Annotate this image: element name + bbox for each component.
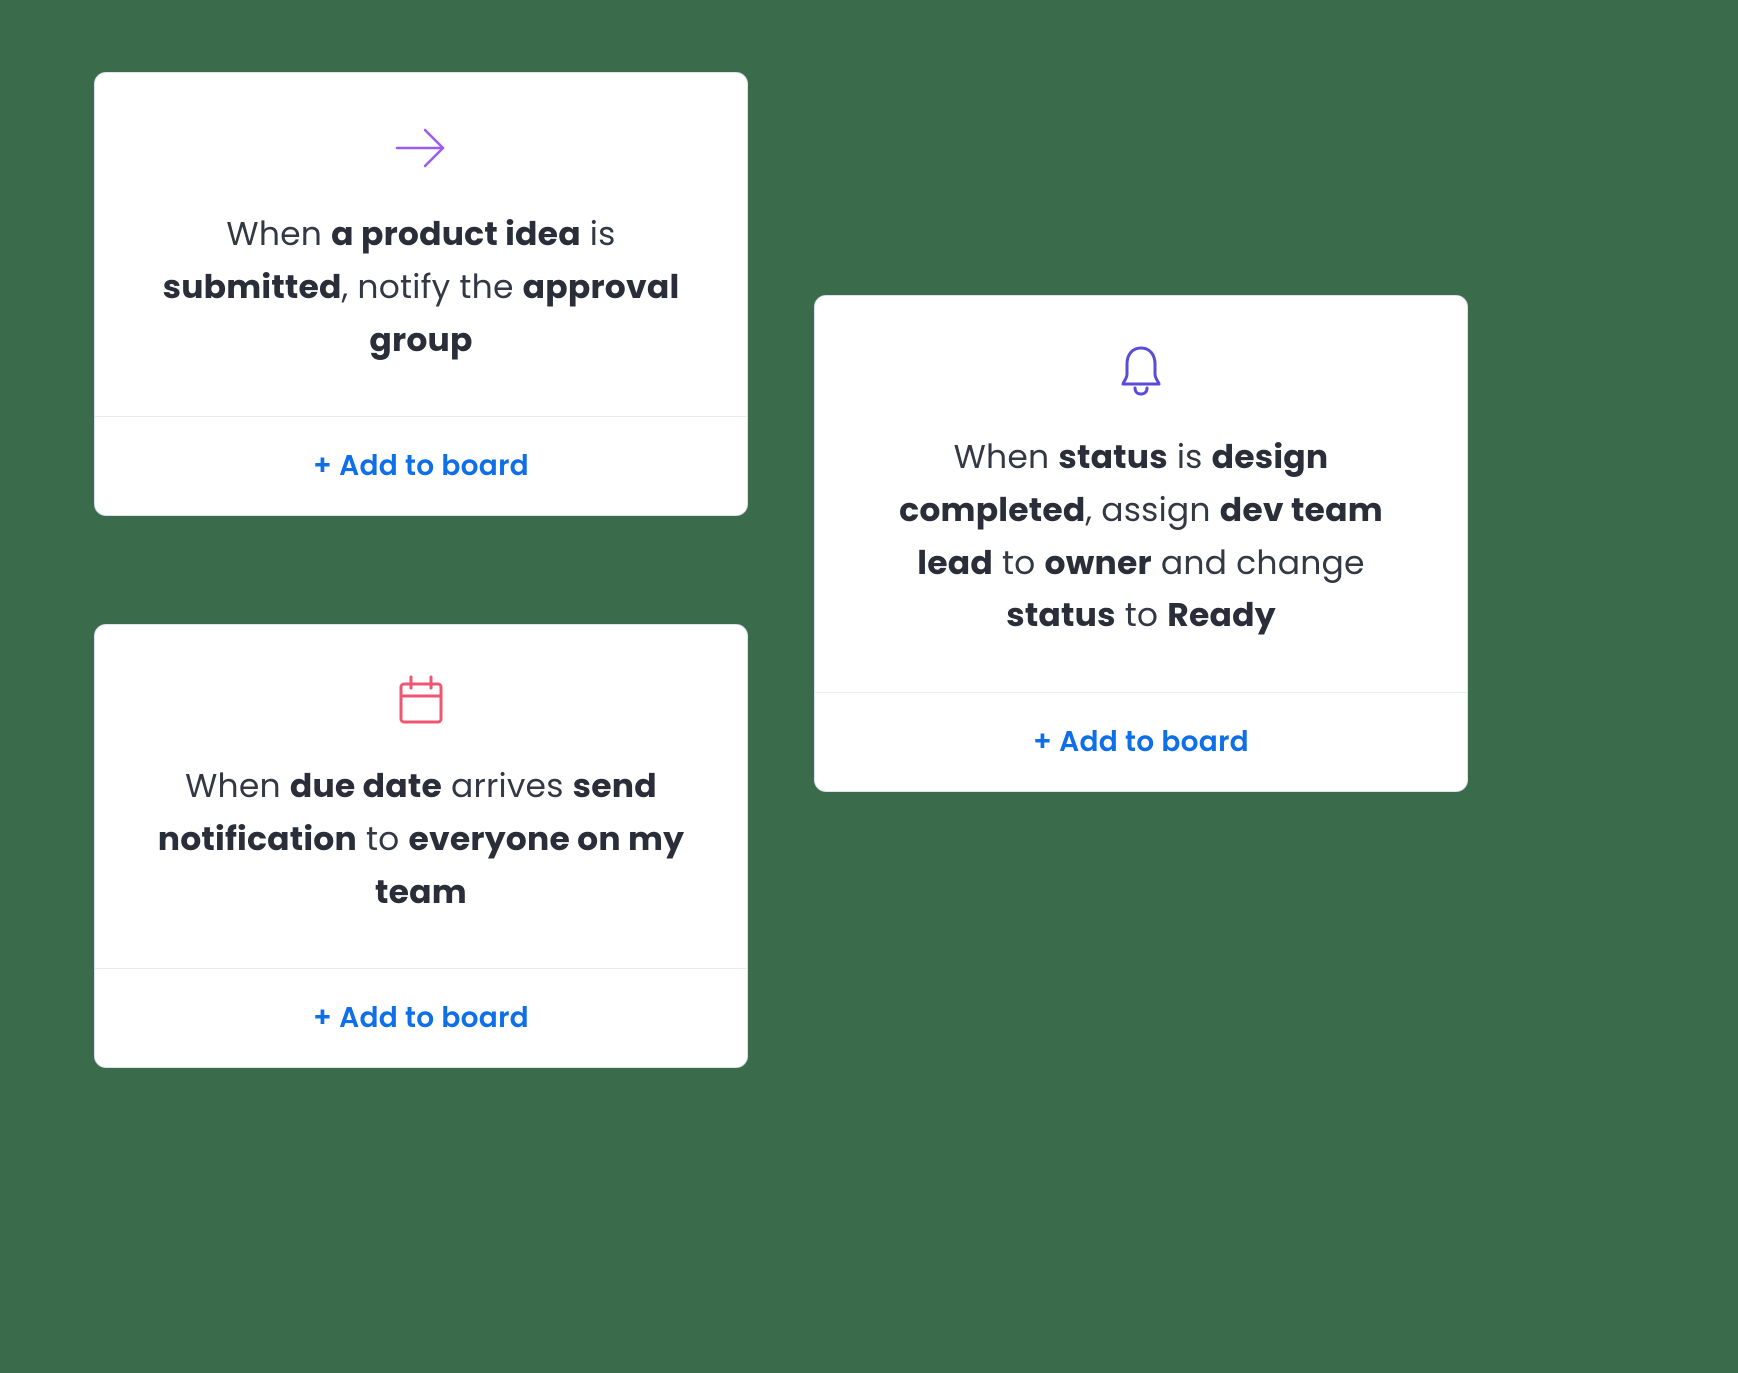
add-to-board-label: + Add to board <box>313 997 529 1039</box>
automation-description: When status is design completed, assign … <box>865 431 1417 642</box>
add-to-board-label: + Add to board <box>313 445 529 487</box>
automation-card: When status is design completed, assign … <box>814 295 1468 792</box>
add-to-board-button[interactable]: + Add to board <box>95 416 747 515</box>
add-to-board-button[interactable]: + Add to board <box>815 692 1467 791</box>
automation-card: When due date arrives send notification … <box>94 624 748 1068</box>
automation-card: When a product idea is submitted, notify… <box>94 72 748 516</box>
automation-description: When due date arrives send notification … <box>145 760 697 918</box>
calendar-icon <box>397 665 445 735</box>
card-body: When a product idea is submitted, notify… <box>95 73 747 416</box>
card-body: When due date arrives send notification … <box>95 625 747 968</box>
add-to-board-label: + Add to board <box>1033 721 1249 763</box>
arrow-right-icon <box>393 113 449 183</box>
card-body: When status is design completed, assign … <box>815 296 1467 692</box>
add-to-board-button[interactable]: + Add to board <box>95 968 747 1067</box>
automation-description: When a product idea is submitted, notify… <box>145 208 697 366</box>
bell-icon <box>1117 336 1165 406</box>
